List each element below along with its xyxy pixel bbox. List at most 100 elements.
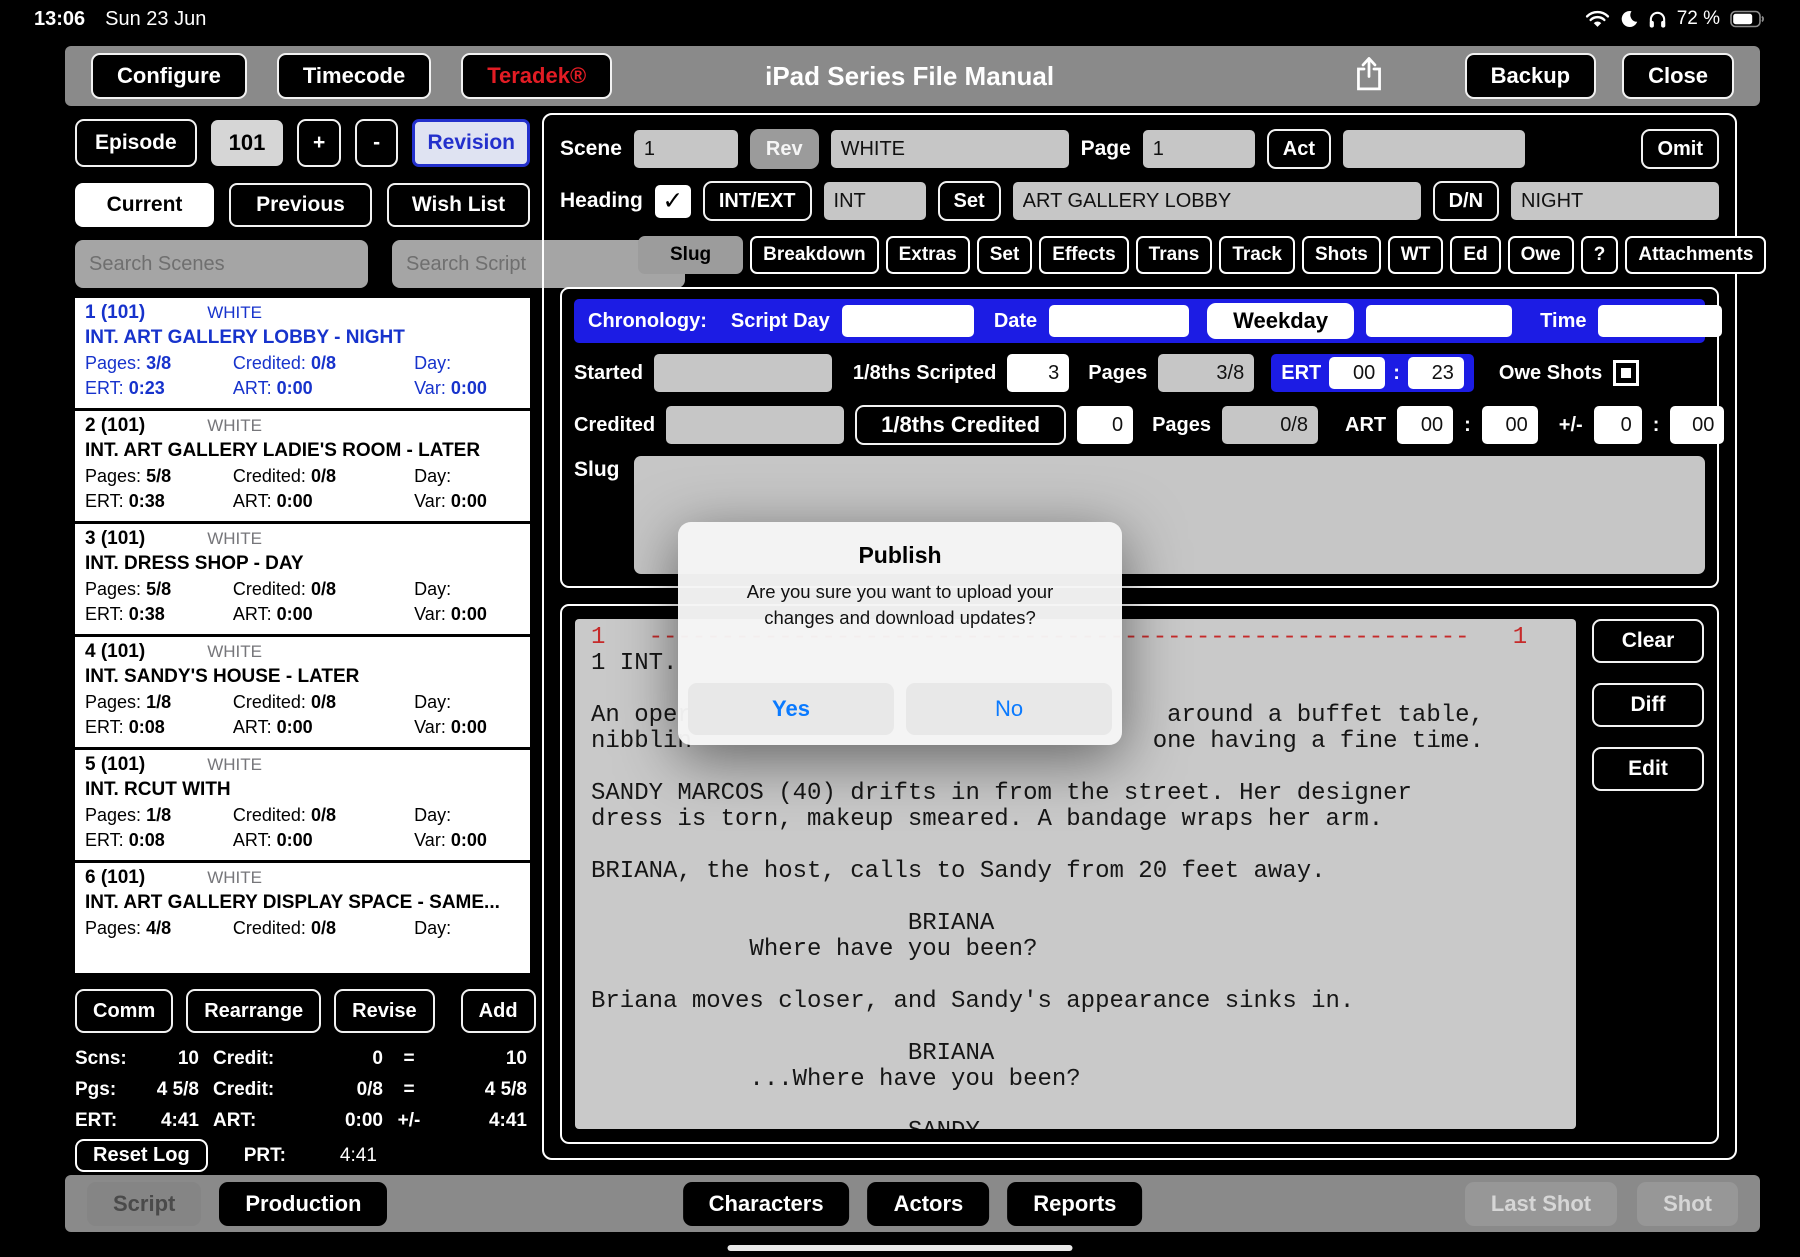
- tab-track[interactable]: Track: [1219, 236, 1295, 274]
- variance-hours-field[interactable]: [1593, 406, 1642, 444]
- tab-attachments[interactable]: Attachments: [1625, 236, 1767, 274]
- close-button[interactable]: Close: [1622, 53, 1734, 99]
- add-button[interactable]: Add: [460, 989, 536, 1033]
- credited-eighths-field[interactable]: [1077, 406, 1134, 444]
- act-field[interactable]: [1343, 130, 1526, 168]
- battery-percent: 72 %: [1676, 8, 1720, 29]
- last-shot-button[interactable]: Last Shot: [1464, 1181, 1618, 1226]
- scene-slug: INT. ART GALLERY LOBBY - NIGHT: [85, 327, 405, 348]
- script-day-field[interactable]: [841, 305, 974, 337]
- publish-dialog: Publish Are you sure you want to upload …: [678, 522, 1122, 745]
- scene-list-item[interactable]: 2 (101) WHITE INT. ART GALLERY LADIE'S R…: [75, 411, 530, 521]
- scene-list-item[interactable]: 6 (101) WHITE INT. ART GALLERY DISPLAY S…: [75, 863, 530, 973]
- script-mode-button[interactable]: Script: [87, 1181, 202, 1226]
- shot-button[interactable]: Shot: [1637, 1181, 1738, 1226]
- scene-list-item[interactable]: 3 (101) WHITE INT. DRESS SHOP - DAY Page…: [75, 524, 530, 634]
- art-minutes-field[interactable]: [1481, 406, 1538, 444]
- tab-trans[interactable]: Trans: [1135, 236, 1213, 274]
- pages-scripted-field[interactable]: [1158, 354, 1255, 392]
- set-field[interactable]: [1012, 182, 1421, 220]
- scene-list-item[interactable]: 5 (101) WHITE INT. RCUT WITH Pages: 1/8 …: [75, 750, 530, 860]
- edit-button[interactable]: Edit: [1592, 747, 1704, 791]
- tab-effects[interactable]: Effects: [1039, 236, 1129, 274]
- timecode-button[interactable]: Timecode: [276, 53, 432, 99]
- characters-button[interactable]: Characters: [682, 1181, 850, 1226]
- int-ext-field[interactable]: [823, 182, 926, 220]
- time-field[interactable]: [1598, 305, 1723, 337]
- scene-pages-row: Pages: 1/8 Credited: 0/8 Day:: [85, 805, 452, 825]
- tab--[interactable]: ?: [1580, 236, 1619, 274]
- day-night-button[interactable]: D/N: [1432, 181, 1500, 221]
- owe-shots-checkbox[interactable]: [1613, 360, 1640, 386]
- clear-button[interactable]: Clear: [1592, 619, 1704, 663]
- pages-credited-field[interactable]: [1222, 406, 1318, 444]
- scene-list-item[interactable]: 4 (101) WHITE INT. SANDY'S HOUSE - LATER…: [75, 637, 530, 747]
- actors-button[interactable]: Actors: [867, 1181, 990, 1226]
- omit-button[interactable]: Omit: [1641, 129, 1719, 169]
- started-field[interactable]: [653, 354, 832, 392]
- art-hours-field[interactable]: [1397, 406, 1454, 444]
- share-upload-icon[interactable]: [1354, 56, 1384, 97]
- episode-number-field[interactable]: 101: [210, 120, 284, 166]
- time-label: Time: [1540, 309, 1587, 332]
- credited-eighths-button[interactable]: 1/8ths Credited: [855, 405, 1067, 445]
- ert-hours-field[interactable]: [1329, 357, 1386, 389]
- tab-set[interactable]: Set: [976, 236, 1033, 274]
- page-field[interactable]: [1142, 130, 1255, 168]
- tab-wt[interactable]: WT: [1387, 236, 1444, 274]
- decrement-button[interactable]: -: [354, 119, 399, 167]
- weekday-field[interactable]: [1366, 305, 1513, 337]
- tab-ed[interactable]: Ed: [1450, 236, 1501, 274]
- scene-header-row: Scene Rev Page Act Omit: [560, 127, 1719, 171]
- date-field[interactable]: [1049, 305, 1190, 337]
- scripted-eighths-field[interactable]: [1007, 354, 1070, 392]
- home-indicator[interactable]: [727, 1245, 1073, 1251]
- revision-color-field[interactable]: [830, 130, 1069, 168]
- scene-number-field[interactable]: [633, 130, 738, 168]
- day-night-field[interactable]: [1511, 182, 1720, 220]
- ert-minutes-field[interactable]: [1407, 357, 1464, 389]
- tab-current[interactable]: Current: [75, 183, 214, 227]
- tab-wishlist[interactable]: Wish List: [387, 183, 530, 227]
- revise-button[interactable]: Revise: [334, 989, 435, 1033]
- scene-revision-color: WHITE: [207, 529, 262, 548]
- credited-row: Credited 1/8ths Credited Pages ART : +/-…: [574, 403, 1725, 447]
- tab-previous[interactable]: Previous: [229, 183, 372, 227]
- configure-button[interactable]: Configure: [91, 53, 247, 99]
- int-ext-button[interactable]: INT/EXT: [702, 181, 812, 221]
- tab-shots[interactable]: Shots: [1302, 236, 1381, 274]
- diff-button[interactable]: Diff: [1592, 683, 1704, 727]
- revision-button[interactable]: Revision: [412, 119, 530, 167]
- teradek-button[interactable]: Teradek®: [461, 53, 613, 99]
- tab-breakdown[interactable]: Breakdown: [750, 236, 879, 274]
- act-button[interactable]: Act: [1266, 129, 1332, 169]
- tab-owe[interactable]: Owe: [1507, 236, 1574, 274]
- reset-log-button[interactable]: Reset Log: [75, 1139, 208, 1172]
- scene-pages-row: Pages: 5/8 Credited: 0/8 Day:: [85, 579, 452, 599]
- search-scenes-input[interactable]: [75, 240, 368, 288]
- comm-button[interactable]: Comm: [75, 989, 174, 1033]
- totals-section: Scns: 10 Credit: 0 = 10 Pgs: 4 5/8 Credit: 0/…: [75, 1043, 530, 1136]
- scene-slug: INT. ART GALLERY DISPLAY SPACE - SAME...: [85, 892, 500, 913]
- rev-button[interactable]: Rev: [749, 129, 819, 169]
- variance-minutes-field[interactable]: [1670, 406, 1725, 444]
- yes-button[interactable]: Yes: [688, 683, 894, 735]
- heading-checkbox[interactable]: ✓: [654, 184, 691, 218]
- backup-button[interactable]: Backup: [1464, 53, 1597, 99]
- scene-list-item[interactable]: 1 (101) WHITE INT. ART GALLERY LOBBY - N…: [75, 298, 530, 408]
- scene-list[interactable]: 1 (101) WHITE INT. ART GALLERY LOBBY - N…: [75, 298, 530, 978]
- rearrange-button[interactable]: Rearrange: [186, 989, 322, 1033]
- increment-button[interactable]: +: [297, 119, 341, 167]
- set-button[interactable]: Set: [937, 181, 1001, 221]
- episode-button[interactable]: Episode: [75, 119, 197, 167]
- weekday-button[interactable]: Weekday: [1207, 303, 1355, 339]
- scene-actions-row: Comm Rearrange Revise Add: [75, 989, 536, 1033]
- reports-button[interactable]: Reports: [1007, 1181, 1143, 1226]
- heading-row: Heading ✓ INT/EXT Set D/N: [560, 179, 1720, 223]
- tab-slug[interactable]: Slug: [638, 236, 744, 274]
- production-mode-button[interactable]: Production: [219, 1181, 388, 1226]
- credited-field[interactable]: [666, 406, 845, 444]
- tab-extras[interactable]: Extras: [885, 236, 970, 274]
- plus-minus-label: +/-: [1558, 413, 1583, 436]
- no-button[interactable]: No: [906, 683, 1112, 735]
